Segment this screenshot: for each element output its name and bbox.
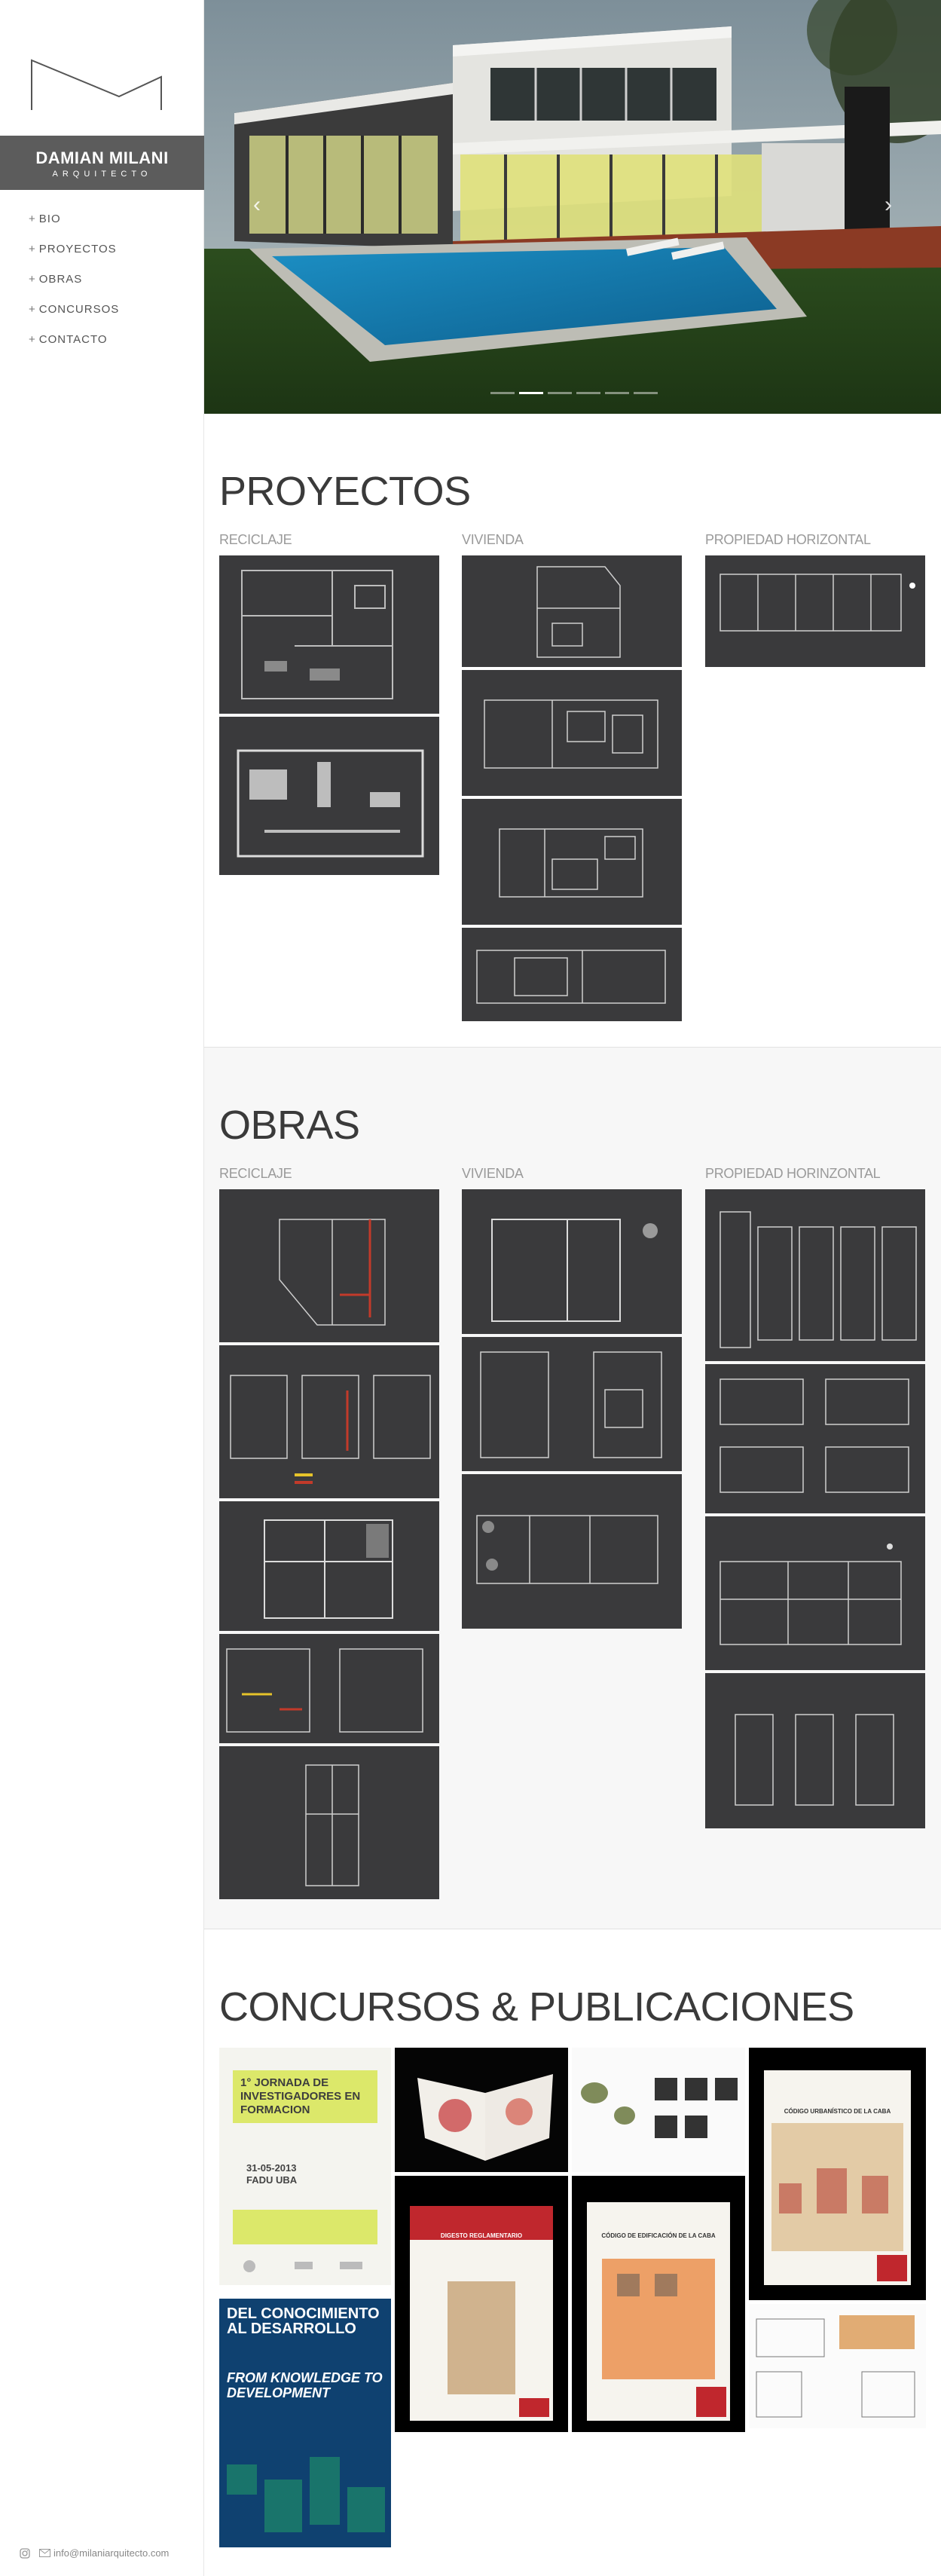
work-thumb[interactable] — [462, 1337, 682, 1471]
project-thumb[interactable] — [219, 717, 439, 875]
competition-sheet-image — [572, 2048, 745, 2172]
floor-plan-image — [476, 1515, 658, 1584]
book-title-es: DEL CONOCIMIENTO AL DESARROLLO — [227, 2305, 380, 2337]
work-thumb[interactable] — [462, 1189, 682, 1334]
competition-sheet[interactable] — [572, 2048, 745, 2172]
floor-plan-image — [499, 828, 643, 898]
work-thumb[interactable] — [705, 1516, 925, 1670]
category-reciclaje[interactable]: RECICLAJE — [219, 1166, 292, 1182]
nav-item-contacto[interactable]: + CONTACTO — [29, 332, 119, 362]
project-thumb[interactable] — [219, 555, 439, 714]
floor-plan-image — [226, 1648, 423, 1733]
instagram-icon[interactable] — [20, 2547, 30, 2559]
brand-band[interactable]: DAMIAN MILANI ARQUITECTO — [0, 136, 204, 190]
work-thumb[interactable] — [705, 1673, 925, 1828]
category-propiedad-horizontal[interactable]: PROPIEDAD HORINZONTAL — [705, 1166, 881, 1182]
book-cover-image — [572, 2176, 745, 2432]
project-thumb[interactable] — [462, 928, 682, 1021]
mail-icon — [39, 2549, 50, 2557]
poster-jornada[interactable]: 1° JORNADA DE INVESTIGADORES EN FORMACIO… — [219, 2048, 391, 2285]
category-reciclaje[interactable]: RECICLAJE — [219, 532, 292, 548]
nav-item-obras[interactable]: + OBRAS — [29, 271, 119, 301]
slider-dot[interactable] — [490, 392, 515, 394]
main-nav: + BIO + PROYECTOS + OBRAS + CONCURSOS + CONTA… — [29, 211, 119, 362]
slider-dot[interactable] — [519, 392, 543, 394]
section-obras: OBRAS RECICLAJE VIVIENDA PROPIEDAD HORIN… — [204, 1047, 941, 1929]
footer-contact: info@milaniarquitecto.com — [20, 2547, 169, 2559]
nav-item-concursos[interactable]: + CONCURSOS — [29, 301, 119, 332]
work-thumb[interactable] — [219, 1345, 439, 1498]
poster-title: 1° JORNADA DE INVESTIGADORES EN FORMACIO… — [233, 2070, 377, 2123]
floor-plan-image — [719, 1211, 917, 1348]
floor-plan-image — [735, 1714, 894, 1806]
floor-plan-image — [279, 1219, 386, 1326]
hero-slider[interactable]: ‹ › — [204, 0, 941, 414]
category-vivienda[interactable]: VIVIENDA — [462, 1166, 524, 1182]
floor-plan-image — [484, 699, 658, 769]
section-title-proyectos: PROYECTOS — [219, 469, 471, 514]
project-thumb[interactable] — [705, 555, 925, 667]
floor-plan-image — [241, 570, 393, 699]
book-codigo-edificacion[interactable]: CÓDIGO DE EDIFICACIÓN DE LA CABA — [572, 2176, 745, 2432]
category-vivienda[interactable]: VIVIENDA — [462, 532, 524, 548]
slider-dot[interactable] — [548, 392, 572, 394]
sidebar: DAMIAN MILANI ARQUITECTO + BIO + PROYECTOS… — [0, 0, 204, 2576]
floor-plan-image — [264, 1519, 393, 1619]
slider-dot[interactable] — [605, 392, 629, 394]
facade-elevation-image — [719, 574, 915, 632]
book-cover-image — [749, 2048, 926, 2300]
nav-item-proyectos[interactable]: + PROYECTOS — [29, 241, 119, 271]
technical-sheet[interactable] — [749, 2304, 926, 2428]
book-codigo-urbanistico[interactable]: CÓDIGO URBANÍSTICO DE LA CABA — [749, 2048, 926, 2300]
logo-mark[interactable] — [29, 57, 164, 112]
floor-plan-image — [491, 1219, 658, 1322]
work-thumb[interactable] — [219, 1501, 439, 1631]
book-title: DIGESTO REGLAMENTARIO — [440, 2232, 523, 2239]
floor-plan-image — [536, 566, 621, 658]
open-book-photo[interactable] — [395, 2048, 568, 2172]
nav-item-bio[interactable]: + BIO — [29, 211, 119, 241]
book-digesto[interactable]: DIGESTO REGLAMENTARIO — [395, 2176, 568, 2432]
book-title: CÓDIGO URBANÍSTICO DE LA CABA — [784, 2108, 891, 2115]
section-title-concursos: CONCURSOS & PUBLICACIONES — [219, 1984, 854, 2030]
project-thumb[interactable] — [462, 670, 682, 796]
book-del-conocimiento[interactable]: DEL CONOCIMIENTO AL DESARROLLO FROM KNOW… — [219, 2299, 391, 2547]
slider-dot[interactable] — [634, 392, 658, 394]
work-thumb[interactable] — [705, 1189, 925, 1361]
email-link[interactable]: info@milaniarquitecto.com — [39, 2547, 169, 2559]
book-title-en: FROM KNOWLEDGE TO DEVELOPMENT — [227, 2370, 383, 2400]
poster-date: 31-05-2013 FADU UBA — [246, 2162, 298, 2186]
floor-plan-image — [719, 1543, 902, 1645]
slider-dots — [490, 392, 658, 394]
floor-plan-image — [719, 1378, 909, 1493]
work-thumb[interactable] — [705, 1364, 925, 1513]
book-cover-image — [395, 2176, 568, 2432]
slider-prev-button[interactable]: ‹ — [246, 192, 268, 218]
open-book-image — [395, 2048, 568, 2172]
technical-sheet-image — [749, 2304, 926, 2428]
category-propiedad-horizontal[interactable]: PROPIEDAD HORIZONTAL — [705, 532, 871, 548]
work-thumb[interactable] — [462, 1474, 682, 1629]
slider-next-button[interactable]: › — [877, 192, 900, 218]
section-proyectos: PROYECTOS RECICLAJE VIVIENDA PROPIEDAD H… — [204, 414, 941, 1047]
section-concursos: CONCURSOS & PUBLICACIONES 1° JORNADA DE … — [204, 1929, 941, 2576]
section-title-obras: OBRAS — [219, 1103, 360, 1148]
brand-name: DAMIAN MILANI — [35, 148, 169, 167]
floor-plan-image — [237, 749, 424, 858]
floor-plan-image — [480, 1351, 662, 1458]
work-thumb[interactable] — [219, 1189, 439, 1342]
book-title: CÓDIGO DE EDIFICACIÓN DE LA CABA — [601, 2232, 716, 2239]
brand-subtitle: ARQUITECTO — [52, 170, 152, 179]
floor-plan-image — [305, 1764, 359, 1886]
hero-image — [204, 0, 941, 414]
floor-plan-image — [230, 1375, 431, 1484]
work-thumb[interactable] — [219, 1634, 439, 1743]
work-thumb[interactable] — [219, 1746, 439, 1899]
project-thumb[interactable] — [462, 799, 682, 925]
floor-plan-image — [476, 950, 666, 1004]
slider-dot[interactable] — [576, 392, 600, 394]
project-thumb[interactable] — [462, 555, 682, 667]
